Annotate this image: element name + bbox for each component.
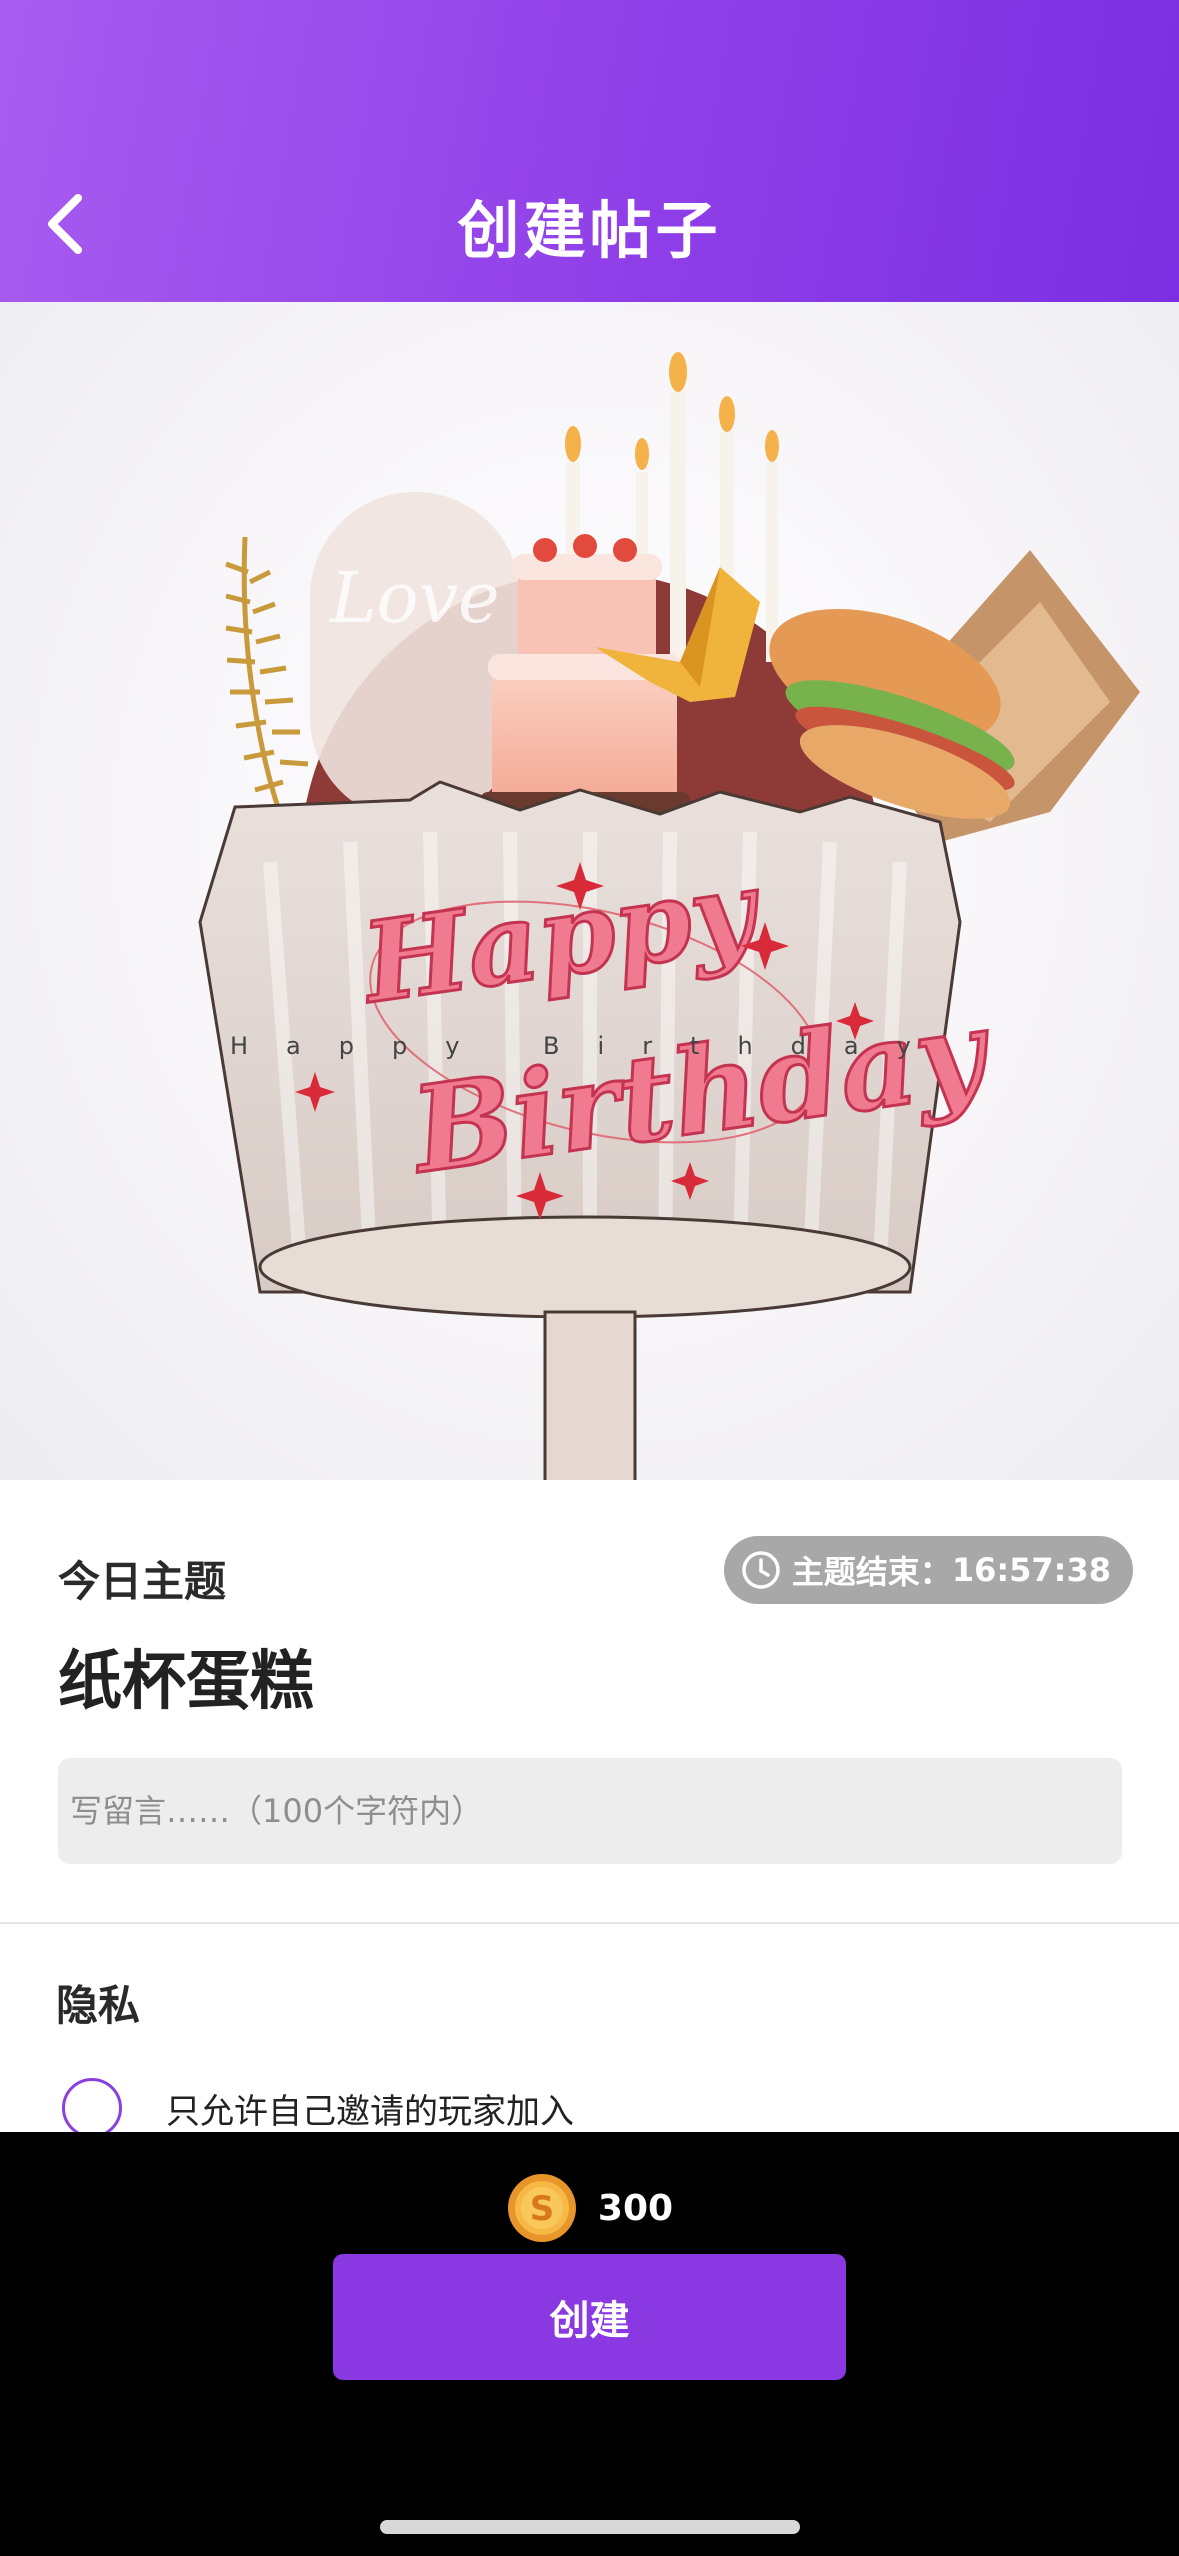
privacy-title: 隐私 (56, 1981, 141, 2030)
privacy-radio[interactable] (62, 2078, 122, 2132)
topic-name: 纸杯蛋糕 (58, 1645, 314, 1719)
hero-text-wide: Happy Birthday (230, 1032, 949, 1060)
price-row: S 300 (0, 2172, 1179, 2244)
privacy-section: 隐私 只允许自己邀请的玩家加入 (0, 1924, 1179, 2132)
topic-label: 今日主题 (58, 1557, 227, 1606)
privacy-option-invite-only[interactable]: 只允许自己邀请的玩家加入 (62, 2078, 574, 2132)
birthday-cupcake-illustration: Love Happy Birthday Happy Birthday (198, 352, 1140, 1480)
bottom-action-bar: S 300 创建 (0, 2132, 1179, 2556)
plaque-text: Love (328, 557, 500, 639)
topic-section: 今日主题 主题结束： 16:57:38 纸杯蛋糕 (0, 1480, 1179, 1922)
page-title: 创建帖子 (457, 194, 722, 267)
timer-value: 16:57:38 (951, 1551, 1111, 1589)
create-button[interactable]: 创建 (333, 2254, 846, 2380)
privacy-option-label: 只允许自己邀请的玩家加入 (166, 2091, 574, 2132)
topic-timer-badge: 主题结束： 16:57:38 (723, 1536, 1133, 1604)
svg-text:S: S (530, 2189, 555, 2229)
price-value: 300 (597, 2187, 674, 2229)
home-indicator (380, 2520, 800, 2534)
timer-prefix: 主题结束： (791, 1553, 952, 1591)
message-input[interactable] (58, 1758, 1122, 1864)
theme-illustration: Love Happy Birthday Happy Birthday (0, 302, 1179, 1480)
top-bar: 创建帖子 (0, 0, 1179, 302)
gold-coin-icon: S (507, 2174, 576, 2242)
clock-icon (742, 1551, 780, 1589)
